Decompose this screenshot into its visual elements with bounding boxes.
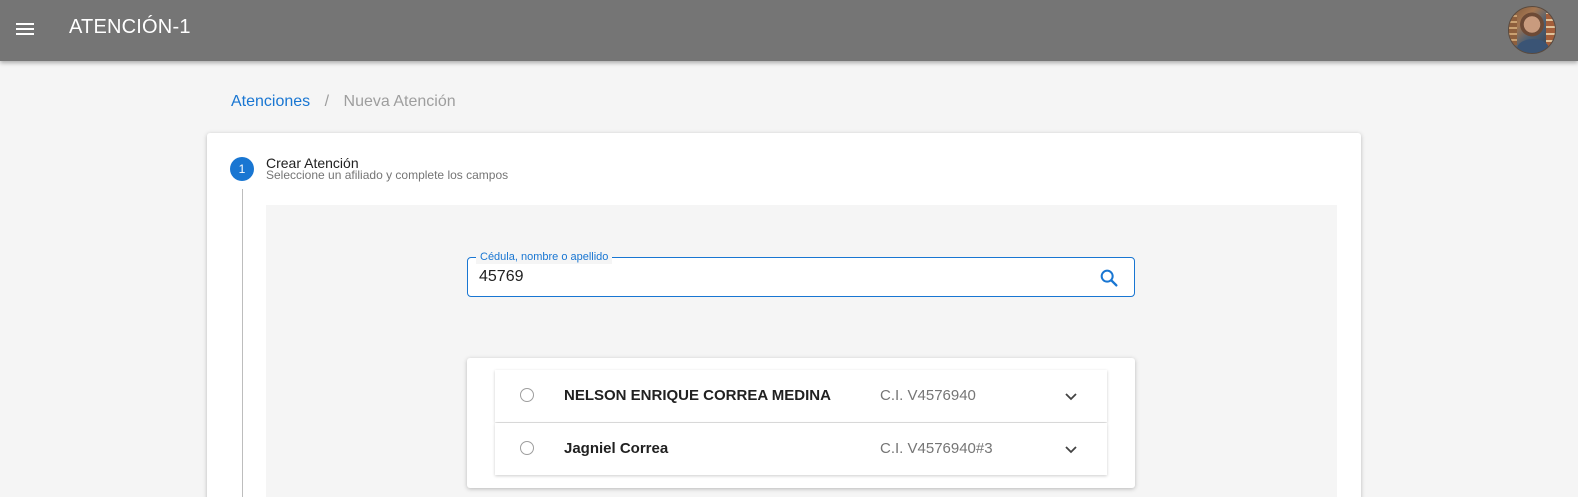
app-bar: ATENCIÓN-1: [0, 0, 1578, 61]
chevron-down-icon[interactable]: [1063, 441, 1079, 457]
search-field-label: Cédula, nombre o apellido: [476, 250, 613, 264]
affiliate-name: Jagniel Correa: [564, 440, 669, 457]
affiliate-ci: C.I. V4576940: [880, 387, 976, 404]
stepper-card: 1 Crear Atención Seleccione un afiliado …: [207, 133, 1361, 497]
breadcrumb-link-atenciones[interactable]: Atenciones: [231, 93, 310, 110]
breadcrumb: Atenciones / Nueva Atención: [231, 93, 456, 111]
search-icon[interactable]: [1098, 267, 1120, 289]
app-title: ATENCIÓN-1: [69, 16, 191, 38]
list-item[interactable]: NELSON ENRIQUE CORREA MEDINA C.I. V45769…: [495, 370, 1107, 422]
radio-button[interactable]: [520, 388, 534, 402]
radio-button[interactable]: [520, 441, 534, 455]
results-list: NELSON ENRIQUE CORREA MEDINA C.I. V45769…: [467, 358, 1135, 488]
affiliate-name: NELSON ENRIQUE CORREA MEDINA: [564, 387, 831, 404]
breadcrumb-current: Nueva Atención: [343, 93, 456, 110]
step-content: Cédula, nombre o apellido NELSON ENRIQUE…: [266, 205, 1337, 497]
search-field[interactable]: Cédula, nombre o apellido: [467, 250, 1135, 297]
step-number-badge: 1: [230, 157, 254, 181]
search-input[interactable]: [479, 266, 1079, 288]
hamburger-menu-icon[interactable]: [14, 19, 36, 41]
user-avatar[interactable]: [1508, 6, 1556, 54]
list-item[interactable]: Jagniel Correa C.I. V4576940#3: [495, 423, 1107, 475]
chevron-down-icon[interactable]: [1063, 388, 1079, 404]
affiliate-ci: C.I. V4576940#3: [880, 440, 993, 457]
breadcrumb-separator: /: [324, 93, 330, 110]
step-subtitle: Seleccione un afiliado y complete los ca…: [266, 168, 509, 182]
step-connector-line: [242, 189, 243, 497]
